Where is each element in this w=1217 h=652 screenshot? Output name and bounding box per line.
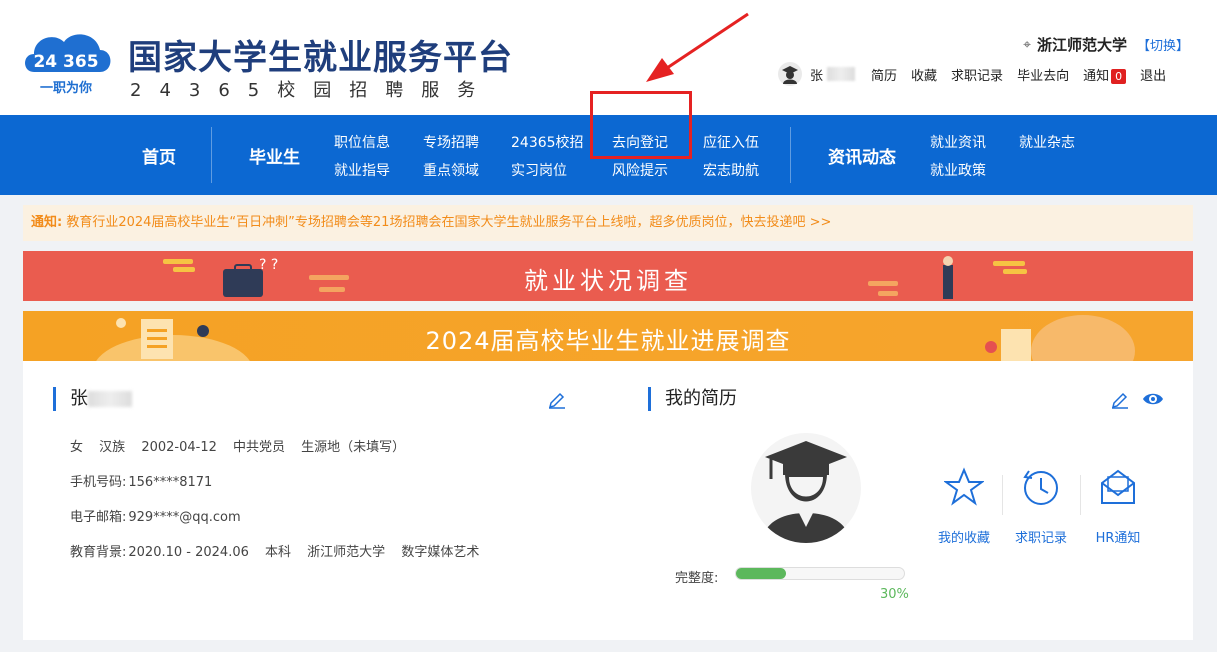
quick-link-favorites-label: 我的收藏 — [937, 531, 990, 546]
preview-resume-icon[interactable] — [1142, 389, 1164, 409]
progress-banner-title: 2024届高校毕业生就业进展调查 — [425, 327, 791, 355]
nav-career-guide[interactable]: 就业指导 — [334, 160, 390, 180]
profile-phone-row: 手机号码: 156****8171 — [70, 471, 224, 490]
school-selector: ⌖ 浙江师范大学 【切换】 — [1023, 34, 1189, 55]
quick-divider — [1002, 475, 1003, 515]
platform-logo[interactable]: 24 365 一职为你 — [20, 24, 114, 98]
nav-risk-alert[interactable]: 风险提示 — [612, 160, 668, 180]
completeness-percent: 30% — [880, 587, 909, 602]
nav-divider — [211, 127, 212, 183]
nav-link-notifications[interactable]: 通知 0 — [1083, 65, 1127, 84]
nav-key-fields[interactable]: 重点领域 — [423, 160, 479, 180]
logo-number: 24 365 — [33, 52, 98, 72]
quick-link-hr-notice-label: HR通知 — [1095, 531, 1141, 546]
nav-special-recruit[interactable]: 专场招聘 — [423, 132, 479, 152]
nav-employment-magazine[interactable]: 就业杂志 — [1019, 132, 1075, 152]
profile-birth: 2002-04-12 — [141, 440, 217, 455]
notice-label: 通知: — [31, 215, 63, 230]
star-icon — [942, 467, 986, 506]
phone-value: 156****8171 — [128, 475, 213, 490]
nav-internship[interactable]: 实习岗位 — [511, 160, 567, 180]
email-label: 电子邮箱: — [70, 510, 127, 525]
edu-label: 教育背景: — [70, 545, 127, 560]
nav-link-favorites[interactable]: 收藏 — [911, 65, 937, 84]
profile-name-heading: 张 — [53, 387, 132, 411]
quick-link-job-records-label: 求职记录 — [1014, 531, 1067, 546]
nav-divider — [790, 127, 791, 183]
history-icon — [1023, 470, 1058, 505]
profile-ethnicity: 汉族 — [99, 440, 126, 455]
profile-basic-info: 女 汉族 2002-04-12 中共党员 生源地（未填写） — [70, 436, 417, 455]
completeness-bar — [735, 567, 905, 580]
completeness-fill — [736, 568, 787, 579]
highlight-box — [590, 91, 692, 159]
school-name: 浙江师范大学 — [1036, 36, 1127, 54]
user-avatar-icon[interactable] — [778, 62, 802, 86]
profile-name: 张 — [70, 388, 88, 409]
nav-link-job-records[interactable]: 求职记录 — [951, 65, 1003, 84]
site-title: 国家大学生就业服务平台 — [128, 38, 513, 78]
nav-enlistment[interactable]: 应征入伍 — [703, 132, 759, 152]
resume-heading: 我的简历 — [648, 387, 737, 411]
email-value: 929****@qq.com — [128, 510, 241, 525]
phone-label: 手机号码: — [70, 475, 127, 490]
quick-link-hr-notice[interactable]: HR通知 — [1083, 467, 1153, 546]
edit-resume-icon[interactable] — [1110, 389, 1130, 409]
blurred-name — [827, 67, 856, 81]
nav-link-resume[interactable]: 简历 — [871, 65, 897, 84]
location-pin-icon: ⌖ — [1023, 36, 1031, 53]
notice-bar[interactable]: 通知: 教育行业2024届高校毕业生“百日冲刺”专场招聘会等21场招聘会在国家大… — [23, 205, 1193, 241]
nav-home[interactable]: 首页 — [142, 143, 176, 168]
edit-profile-icon[interactable] — [547, 389, 567, 409]
profile-politics: 中共党员 — [233, 440, 286, 455]
user-name[interactable]: 张 — [810, 65, 823, 84]
envelope-icon — [1101, 469, 1135, 504]
quick-link-favorites[interactable]: 我的收藏 — [929, 467, 999, 546]
notifications-label: 通知 — [1083, 68, 1110, 84]
survey-banner[interactable]: ? ? 就业状况调查 — [23, 251, 1193, 301]
notification-badge: 0 — [1111, 68, 1127, 84]
logout-link[interactable]: 退出 — [1140, 65, 1166, 84]
user-nav: 张 简历 收藏 求职记录 毕业去向 通知 0 退出 — [778, 62, 1180, 86]
profile-gender: 女 — [70, 440, 84, 455]
survey-banner-title: 就业状况调查 — [524, 267, 692, 295]
profile-card: 张 女 汉族 2002-04-12 中共党员 生源地（未填写） 手机号码: 156… — [23, 361, 1193, 640]
profile-origin: 生源地（未填写） — [301, 440, 406, 455]
quick-link-job-records[interactable]: 求职记录 — [1006, 467, 1076, 546]
nav-24365-campus[interactable]: 24365校招 — [511, 132, 584, 152]
nav-graduate[interactable]: 毕业生 — [249, 143, 300, 168]
completeness-label: 完整度: — [675, 571, 719, 586]
progress-survey-banner[interactable]: 2024届高校毕业生就业进展调查 — [23, 311, 1193, 361]
notice-text: 教育行业2024届高校毕业生“百日冲刺”专场招聘会等21场招聘会在国家大学生就业… — [66, 215, 832, 230]
nav-job-info[interactable]: 职位信息 — [334, 132, 390, 152]
edu-major: 数字媒体艺术 — [401, 545, 480, 560]
switch-school-link[interactable]: 【切换】 — [1137, 35, 1189, 54]
nav-employment-news[interactable]: 就业资讯 — [930, 132, 986, 152]
nav-news[interactable]: 资讯动态 — [828, 143, 896, 168]
blurred-name — [88, 391, 132, 407]
nav-employment-policy[interactable]: 就业政策 — [930, 160, 986, 180]
profile-email-row: 电子邮箱: 929****@qq.com — [70, 506, 253, 525]
quick-divider — [1080, 475, 1081, 515]
resume-avatar[interactable] — [751, 433, 861, 543]
edu-school: 浙江师范大学 — [307, 545, 386, 560]
edu-degree: 本科 — [265, 545, 292, 560]
nav-hongzhi[interactable]: 宏志助航 — [703, 160, 759, 180]
site-subtitle: 24365校园招聘服务 — [130, 80, 494, 101]
graduate-avatar-icon — [761, 441, 851, 543]
edu-period: 2020.10 - 2024.06 — [128, 545, 249, 560]
profile-education-row: 教育背景: 2020.10 - 2024.06 本科 浙江师范大学 数字媒体艺术 — [70, 541, 491, 560]
logo-slogan: 一职为你 — [40, 80, 92, 96]
nav-link-destination[interactable]: 毕业去向 — [1017, 65, 1069, 84]
